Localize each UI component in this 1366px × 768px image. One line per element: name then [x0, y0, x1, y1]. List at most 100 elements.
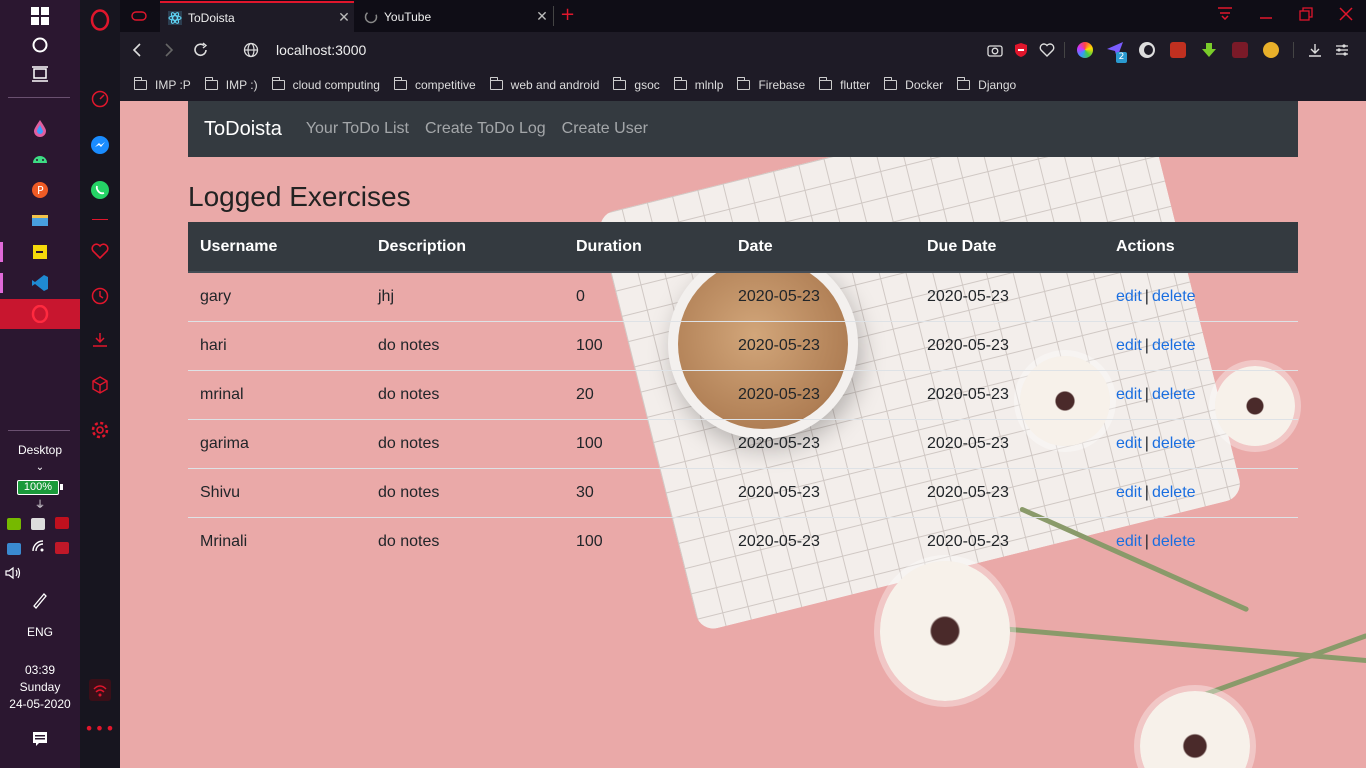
vscode-icon[interactable]: [0, 269, 80, 297]
cell-due-date: 2020-05-23: [915, 418, 1104, 468]
notifications-icon[interactable]: [0, 725, 80, 753]
opera-logo-icon[interactable]: [80, 5, 120, 35]
nvidia-icon[interactable]: [7, 518, 21, 530]
minimize-icon[interactable]: [1259, 6, 1273, 24]
download-icon[interactable]: [80, 325, 120, 355]
table-header-row: Username Description Duration Date Due D…: [188, 222, 1298, 273]
color-picker-icon[interactable]: [1077, 42, 1093, 58]
bookmark-folder[interactable]: Django: [957, 76, 1016, 92]
volume-icon[interactable]: [0, 559, 80, 587]
camera-icon[interactable]: [984, 35, 1006, 65]
easy-setup-icon[interactable]: [1331, 35, 1353, 65]
image-extension-icon[interactable]: [1170, 42, 1186, 58]
red-extension-icon[interactable]: [1232, 42, 1248, 58]
nav-your-todo-list[interactable]: Your ToDo List: [306, 120, 409, 138]
opera-icon[interactable]: [0, 300, 80, 328]
bookmark-folder[interactable]: flutter: [819, 76, 870, 92]
cube-icon[interactable]: [80, 370, 120, 400]
download-arrow-extension-icon[interactable]: [1201, 42, 1217, 58]
settings-gear-icon[interactable]: [80, 415, 120, 445]
edit-link[interactable]: edit: [1116, 386, 1142, 403]
heart-icon[interactable]: [80, 236, 120, 266]
search-circle-icon[interactable]: [0, 31, 80, 59]
bookmark-folder[interactable]: Firebase: [737, 76, 805, 92]
gamepad-icon[interactable]: [120, 1, 158, 31]
bookmark-folder[interactable]: Docker: [884, 76, 943, 92]
clock-time[interactable]: 03:39: [0, 663, 80, 677]
delete-link[interactable]: delete: [1152, 435, 1196, 452]
new-tab-plus-icon[interactable]: +: [560, 4, 575, 25]
tab-youtube[interactable]: YouTube ✕: [356, 1, 552, 32]
messenger-icon[interactable]: [80, 130, 120, 160]
nav-create-todo-log[interactable]: Create ToDo Log: [425, 120, 546, 138]
pen-icon[interactable]: [0, 586, 80, 614]
language-indicator[interactable]: ENG: [0, 625, 80, 639]
edit-link[interactable]: edit: [1116, 435, 1142, 452]
delete-link[interactable]: delete: [1152, 533, 1196, 550]
shield-icon[interactable]: [55, 517, 69, 529]
app-brand[interactable]: ToDoista: [204, 118, 282, 141]
file-explorer-icon[interactable]: [0, 206, 80, 234]
url-field[interactable]: localhost:3000: [276, 42, 366, 58]
action-separator: |: [1144, 287, 1149, 305]
mascot-extension-icon[interactable]: [1263, 42, 1279, 58]
bookmark-folder[interactable]: competitive: [393, 76, 476, 92]
close-window-icon[interactable]: [1339, 7, 1353, 25]
task-view-icon[interactable]: [0, 60, 80, 88]
windows-start-icon[interactable]: [0, 2, 80, 30]
cell-username: mrinal: [188, 369, 366, 419]
edit-link[interactable]: edit: [1116, 484, 1142, 501]
globe-icon[interactable]: [236, 35, 266, 65]
close-tab-icon[interactable]: ✕: [334, 9, 354, 26]
dark-mode-icon[interactable]: [1139, 42, 1155, 58]
clock-day: Sunday: [19, 680, 61, 694]
bookmark-folder[interactable]: IMP :): [204, 76, 258, 92]
chevron-down-icon[interactable]: ⌄: [0, 462, 80, 473]
reload-icon[interactable]: [186, 35, 216, 65]
tab-menu-icon[interactable]: [1217, 6, 1233, 24]
delete-link[interactable]: delete: [1152, 386, 1196, 403]
delete-link[interactable]: delete: [1152, 288, 1196, 305]
delete-link[interactable]: delete: [1152, 337, 1196, 354]
edit-link[interactable]: edit: [1116, 337, 1142, 354]
postman-icon[interactable]: P: [0, 176, 80, 204]
forward-icon[interactable]: [154, 35, 184, 65]
bookmark-folder[interactable]: gsoc: [613, 76, 660, 92]
bookmark-folder[interactable]: web and android: [489, 76, 599, 92]
sticky-notes-icon[interactable]: [0, 238, 80, 266]
history-icon[interactable]: [80, 281, 120, 311]
bookmark-label: cloud computing: [292, 77, 380, 92]
edit-link[interactable]: edit: [1116, 533, 1142, 550]
bookmarks-bar: IMP :P IMP :) cloud computing competitiv…: [120, 68, 1366, 101]
nav-create-user[interactable]: Create User: [562, 120, 648, 138]
android-icon[interactable]: [0, 144, 80, 172]
bookmark-folder[interactable]: IMP :P: [134, 76, 191, 92]
send-extension-icon[interactable]: 2: [1106, 41, 1127, 63]
restore-icon[interactable]: [1299, 7, 1313, 25]
close-tab-icon[interactable]: ✕: [532, 8, 552, 25]
edit-link[interactable]: edit: [1116, 288, 1142, 305]
adblock-shield-icon[interactable]: [1010, 35, 1032, 65]
back-icon[interactable]: [122, 35, 152, 65]
battery-indicator[interactable]: 100%: [17, 480, 63, 495]
more-dots-icon[interactable]: •••: [80, 713, 120, 743]
whatsapp-icon[interactable]: [80, 175, 120, 205]
desktop-label[interactable]: Desktop: [0, 443, 80, 457]
bookmark-folder[interactable]: cloud computing: [271, 76, 380, 92]
bookmark-heart-icon[interactable]: [1036, 35, 1058, 65]
delete-link[interactable]: delete: [1152, 484, 1196, 501]
table-row: hari do notes 100 2020-05-23 2020-05-23 …: [188, 320, 1298, 370]
speed-dial-icon[interactable]: [80, 84, 120, 114]
action-separator: |: [1144, 336, 1149, 354]
folder-icon: [884, 76, 898, 90]
bookmark-folder[interactable]: mlnlp: [673, 76, 723, 92]
bookmark-label: competitive: [414, 77, 476, 92]
paint-drop-icon[interactable]: [0, 114, 80, 142]
downloads-icon[interactable]: [1304, 35, 1326, 65]
tab-todoista[interactable]: ToDoista ✕: [160, 1, 354, 32]
vpn-icon[interactable]: [80, 675, 120, 705]
battery-icon[interactable]: [31, 518, 45, 530]
column-header-date: Date: [726, 222, 915, 273]
mcafee-icon[interactable]: [55, 542, 69, 554]
page-viewport: ToDoista Your ToDo List Create ToDo Log …: [120, 101, 1366, 768]
